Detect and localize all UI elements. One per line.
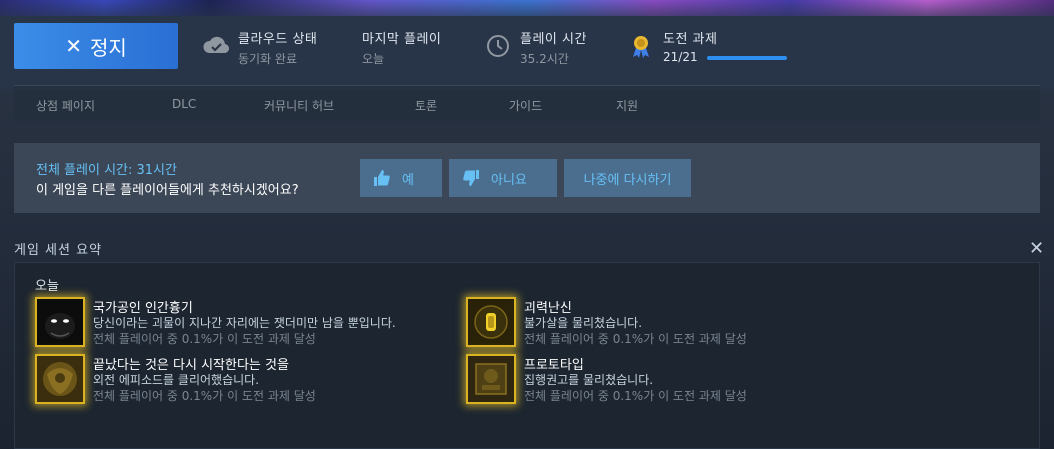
last-played: 마지막 플레이 오늘	[362, 28, 441, 67]
achievements-value: 21/21	[663, 50, 698, 64]
achievement-item[interactable]: 국가공인 인간흉기 당신이라는 괴물이 지나간 자리에는 잿더미만 남을 뿐입니…	[35, 297, 455, 349]
recommend-later-label: 나중에 다시하기	[583, 172, 672, 188]
achievement-prototype-icon	[466, 354, 516, 404]
nav-discussions[interactable]: 토론	[415, 97, 437, 114]
achievement-rarity: 전체 플레이어 중 0.1%가 이 도전 과제 달성	[524, 389, 747, 403]
total-playtime: 전체 플레이 시간: 31시간	[36, 163, 177, 178]
cloud-status: 클라우드 상태 동기화 완료	[202, 28, 317, 67]
achievement-monster-icon	[35, 297, 85, 347]
achievements-status: 도전 과제 21/21	[627, 28, 788, 64]
close-icon: ✕	[65, 34, 82, 58]
playtime-label: 플레이 시간	[520, 32, 587, 47]
nav-community-hub[interactable]: 커뮤니티 허브	[264, 97, 334, 114]
recommend-no-button[interactable]: 아니요	[449, 159, 557, 197]
achievements-label: 도전 과제	[663, 32, 718, 47]
cloud-status-label: 클라우드 상태	[238, 32, 318, 47]
session-summary-panel: 오늘 국가공인 인간흉기 당신이라는 괴물이 지나간 자리에는 잿더미만 남을 …	[14, 262, 1040, 449]
recommend-question: 이 게임을 다른 플레이어들에게 추천하시겠어요?	[36, 183, 299, 198]
last-played-label: 마지막 플레이	[362, 32, 442, 47]
nav-dlc[interactable]: DLC	[172, 97, 196, 111]
playtime-value: 35.2시간	[520, 52, 569, 66]
nav-guides[interactable]: 가이드	[509, 97, 542, 114]
achievement-desc: 외전 에피소드를 클리어했습니다.	[93, 373, 260, 387]
cloud-status-value: 동기화 완료	[238, 52, 298, 66]
thumbs-up-icon	[374, 170, 390, 186]
achievements-progress: 21/21	[663, 50, 788, 64]
achievement-desc: 불가살을 물리쳤습니다.	[524, 316, 643, 330]
achievement-core-icon	[466, 297, 516, 347]
recommend-later-button[interactable]: 나중에 다시하기	[564, 159, 691, 197]
achievements-progress-fill	[707, 55, 788, 60]
session-day-label: 오늘	[35, 279, 59, 294]
recommend-no-label: 아니요	[491, 172, 527, 188]
recommend-panel: 전체 플레이 시간: 31시간 이 게임을 다른 플레이어들에게 추천하시겠어요…	[14, 143, 1040, 213]
session-summary-title: 게임 세션 요약	[14, 243, 103, 258]
achievement-rarity: 전체 플레이어 중 0.1%가 이 도전 과제 달성	[524, 332, 747, 346]
achievement-item[interactable]: 프로토타입 집행권고를 물리쳤습니다. 전체 플레이어 중 0.1%가 이 도전…	[466, 354, 886, 406]
achievement-item[interactable]: 끝났다는 것은 다시 시작한다는 것을 외전 에피소드를 클리어했습니다. 전체…	[35, 354, 455, 406]
close-icon[interactable]: ✕	[1029, 238, 1044, 259]
cloud-check-icon	[203, 36, 230, 54]
thumbs-down-icon	[463, 170, 479, 186]
achievement-item[interactable]: 괴력난신 불가살을 물리쳤습니다. 전체 플레이어 중 0.1%가 이 도전 과…	[466, 297, 886, 349]
achievement-desc: 당신이라는 괴물이 지나간 자리에는 잿더미만 남을 뿐입니다.	[93, 316, 396, 330]
achievement-rarity: 전체 플레이어 중 0.1%가 이 도전 과제 달성	[93, 389, 316, 403]
last-played-value: 오늘	[362, 52, 385, 66]
stop-label: 정지	[89, 35, 127, 60]
recommend-yes-label: 예	[402, 172, 414, 188]
achievement-emblem-icon	[35, 354, 85, 404]
nav-support[interactable]: 지원	[616, 97, 638, 114]
recommend-yes-button[interactable]: 예	[360, 159, 442, 197]
achievements-progress-bar	[707, 55, 788, 60]
achievement-desc: 집행권고를 물리쳤습니다.	[524, 373, 654, 387]
ribbon-medal-icon	[633, 36, 649, 58]
clock-icon	[487, 35, 509, 57]
stop-button[interactable]: ✕ 정지	[14, 23, 178, 69]
game-nav-bar: 상점 페이지 DLC 커뮤니티 허브 토론 가이드 지원	[14, 85, 1040, 123]
playtime: 플레이 시간 35.2시간	[484, 28, 587, 67]
nav-store-page[interactable]: 상점 페이지	[36, 97, 95, 114]
achievement-rarity: 전체 플레이어 중 0.1%가 이 도전 과제 달성	[93, 332, 316, 346]
